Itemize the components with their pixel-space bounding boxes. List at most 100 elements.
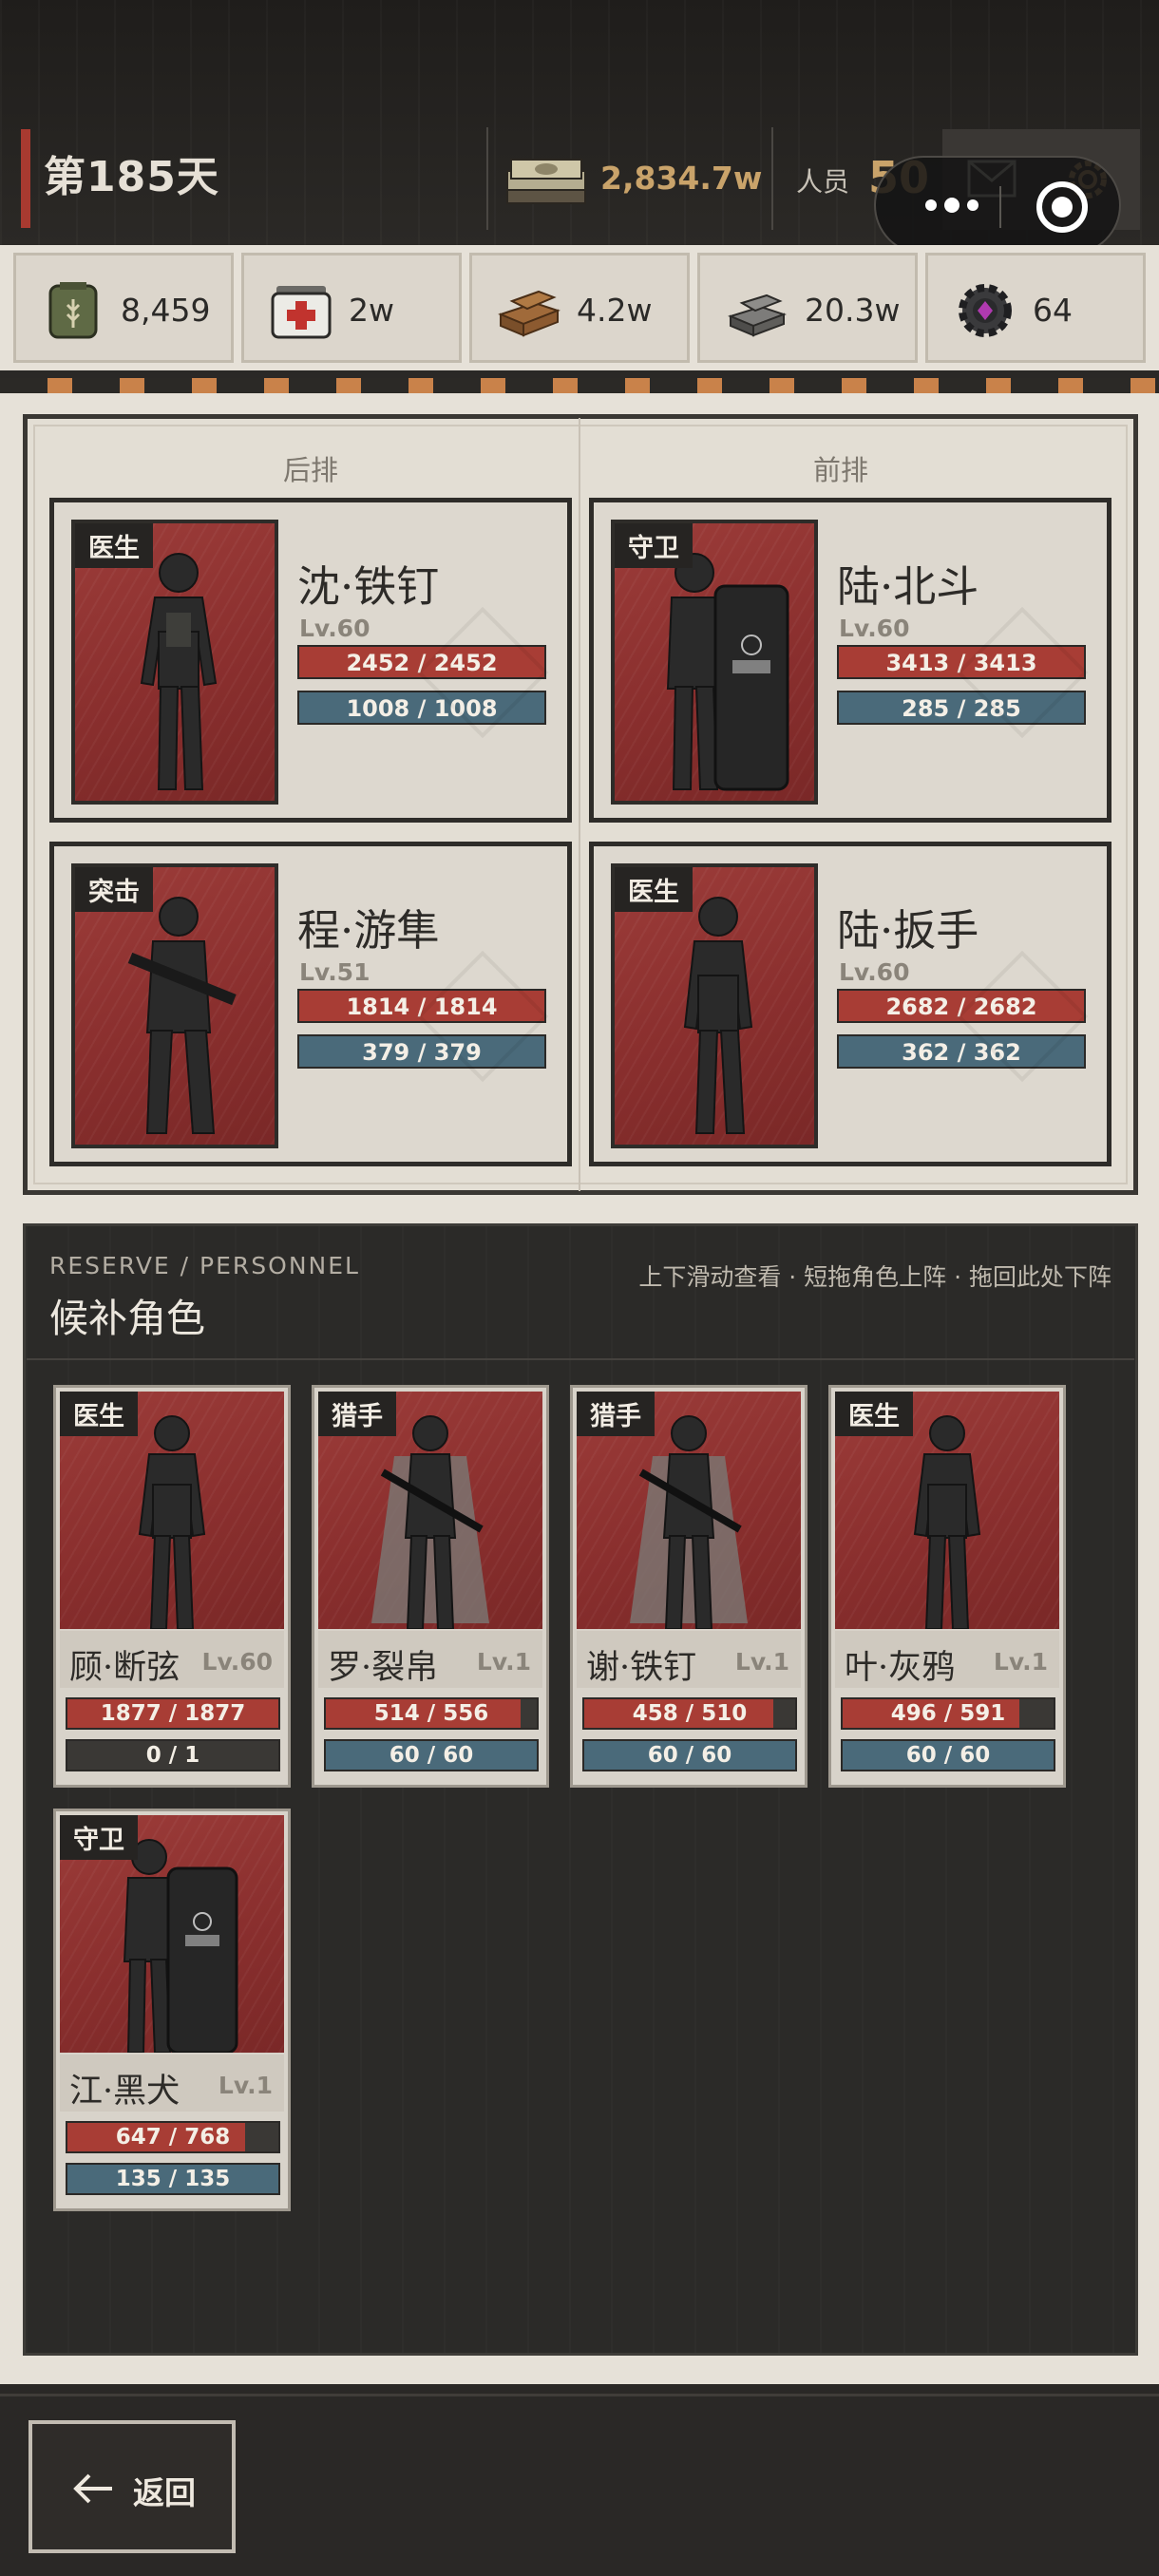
shield-soldier-figure-icon	[666, 553, 789, 791]
hp-bar: 2682 / 2682	[837, 989, 1086, 1023]
character-portrait: 猎手	[577, 1392, 801, 1629]
energy-bar: 0 / 1	[66, 1739, 280, 1771]
character-portrait: 医生	[60, 1392, 284, 1629]
resource-bar: 8,459 2w 4.2w 20.3w 64	[0, 245, 1159, 370]
role-badge: 守卫	[60, 1815, 138, 1860]
character-portrait: 突击	[71, 863, 278, 1148]
hunter-figure-icon	[371, 1415, 489, 1629]
resource-value: 4.2w	[577, 292, 653, 329]
character-name: 沈·铁钉	[297, 561, 440, 612]
capsule-divider	[999, 186, 1001, 228]
grain-sack-icon	[48, 282, 98, 339]
hp-bar: 496 / 591	[841, 1697, 1055, 1730]
assault-soldier-figure-icon	[127, 897, 237, 1134]
soldier-figure-icon	[138, 1415, 206, 1629]
character-level: Lv.60	[839, 958, 910, 986]
hp-bar: 3413 / 3413	[837, 645, 1086, 679]
role-badge: 守卫	[615, 523, 693, 568]
role-badge: 医生	[60, 1392, 138, 1436]
hp-text: 647 / 768	[115, 2125, 231, 2150]
reserve-hint: 上下滑动查看 · 短拖角色上阵 · 拖回此处下阵	[638, 1263, 1112, 1291]
resource-value: 2w	[349, 292, 394, 329]
front-row-label: 前排	[813, 454, 869, 486]
resource-medicine: 2w	[241, 253, 462, 363]
back-label: 返回	[133, 2474, 196, 2511]
formation-card[interactable]: 医生 陆·扳手 Lv.60 2682 / 2682 362 / 362	[589, 842, 1112, 1166]
hp-text: 2452 / 2452	[346, 650, 498, 676]
name-bar: 江·黑犬 Lv.1	[60, 2055, 284, 2112]
more-dots-icon[interactable]	[923, 194, 980, 217]
reserve-card[interactable]: 医生 叶·灰鸦 Lv.1 496 / 591 60 / 60	[828, 1385, 1066, 1788]
close-target-icon[interactable]	[1034, 179, 1091, 236]
role-badge: 猎手	[577, 1392, 655, 1436]
character-level: Lv.51	[299, 958, 370, 986]
energy-bar: 60 / 60	[324, 1739, 539, 1771]
character-portrait: 守卫	[60, 1815, 284, 2053]
hazard-stripe	[0, 378, 1159, 393]
character-level: Lv.60	[839, 615, 910, 642]
energy-text: 135 / 135	[115, 2167, 231, 2191]
reserve-card[interactable]: 猎手 罗·裂帛 Lv.1 514 / 556 60 / 60	[312, 1385, 549, 1788]
role-badge: 医生	[75, 523, 153, 568]
reserve-card[interactable]: 医生 顾·断弦 Lv.60 1877 / 1877 0 / 1	[53, 1385, 291, 1788]
hp-bar: 1814 / 1814	[297, 989, 546, 1023]
character-name: 顾·断弦	[69, 1649, 180, 1687]
formation-card[interactable]: 突击 程·游隼 Lv.51 1814 / 1814 379 / 379	[49, 842, 572, 1166]
character-name: 叶·灰鸦	[845, 1649, 956, 1687]
energy-text: 60 / 60	[905, 1743, 991, 1768]
hp-text: 514 / 556	[373, 1701, 489, 1726]
back-button[interactable]: 返回	[28, 2420, 236, 2553]
energy-text: 60 / 60	[389, 1743, 474, 1768]
name-bar: 罗·裂帛 Lv.1	[318, 1631, 542, 1688]
character-name: 陆·北斗	[837, 561, 979, 612]
formation-divider	[579, 418, 580, 1191]
soldier-figure-icon	[913, 1415, 981, 1629]
formation-card[interactable]: 守卫 陆·北斗 Lv.60 3413 / 3413 285 / 285	[589, 498, 1112, 823]
resource-wood: 4.2w	[469, 253, 690, 363]
energy-bar: 60 / 60	[841, 1739, 1055, 1771]
hp-text: 1877 / 1877	[100, 1701, 246, 1726]
gear-chip-icon	[959, 284, 1012, 337]
reserve-subtitle: RESERVE / PERSONNEL	[49, 1252, 360, 1279]
steel-ingots-icon	[728, 294, 787, 337]
reserve-divider	[27, 1358, 1134, 1360]
hp-text: 496 / 591	[890, 1701, 1006, 1726]
resource-steel: 20.3w	[697, 253, 918, 363]
character-name: 程·游隼	[297, 905, 440, 956]
character-name: 谢·铁钉	[586, 1649, 697, 1687]
personnel-label: 人员	[796, 166, 850, 198]
resource-food: 8,459	[13, 253, 234, 363]
reserve-card[interactable]: 守卫 江·黑犬 Lv.1 647 / 768 135 / 135	[53, 1809, 291, 2211]
hp-bar: 647 / 768	[66, 2121, 280, 2153]
soldier-figure-icon	[683, 897, 753, 1134]
wood-planks-icon	[498, 290, 560, 337]
energy-text: 362 / 362	[902, 1039, 1021, 1066]
back-row-label: 后排	[283, 454, 339, 486]
resource-value: 64	[1033, 292, 1073, 329]
hp-bar: 2452 / 2452	[297, 645, 546, 679]
hunter-figure-icon	[630, 1415, 748, 1629]
cash-stack-icon	[506, 159, 586, 204]
energy-bar: 285 / 285	[837, 691, 1086, 725]
energy-text: 285 / 285	[902, 695, 1021, 722]
resource-chips: 64	[925, 253, 1146, 363]
day-counter: 第185天	[44, 153, 219, 201]
hp-text: 3413 / 3413	[885, 650, 1037, 676]
character-level: Lv.1	[993, 1648, 1048, 1676]
resource-value: 20.3w	[805, 292, 901, 329]
character-name: 江·黑犬	[69, 2073, 180, 2111]
energy-bar: 60 / 60	[582, 1739, 797, 1771]
reserve-card[interactable]: 猎手 谢·铁钉 Lv.1 458 / 510 60 / 60	[570, 1385, 808, 1788]
miniprogram-capsule	[874, 156, 1121, 255]
energy-bar: 135 / 135	[66, 2163, 280, 2195]
shield-soldier-figure-icon	[123, 1839, 238, 2053]
character-level: Lv.1	[734, 1648, 789, 1676]
reserve-title: 候补角色	[49, 1296, 205, 1341]
energy-text: 1008 / 1008	[346, 695, 498, 722]
divider	[486, 127, 488, 230]
hp-bar: 1877 / 1877	[66, 1697, 280, 1730]
name-bar: 叶·灰鸦 Lv.1	[835, 1631, 1059, 1688]
energy-text: 0 / 1	[145, 1743, 200, 1768]
name-bar: 顾·断弦 Lv.60	[60, 1631, 284, 1688]
formation-card[interactable]: 医生 沈·铁钉 Lv.60 2452 / 2452 1008 / 1008	[49, 498, 572, 823]
